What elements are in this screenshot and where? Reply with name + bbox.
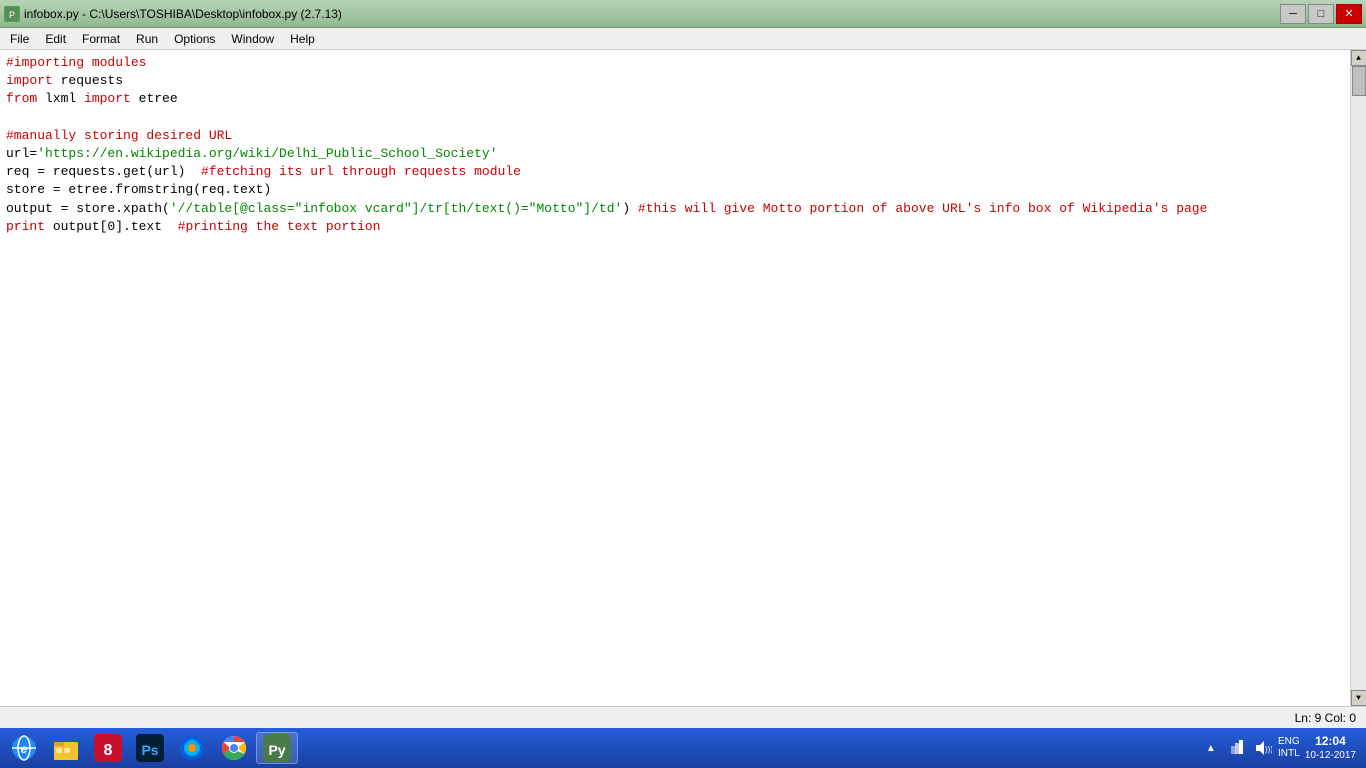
menu-options[interactable]: Options xyxy=(166,30,223,48)
tray-network-icon[interactable] xyxy=(1227,738,1247,758)
taskbar-chrome[interactable] xyxy=(214,732,254,764)
window-title: infobox.py - C:\Users\TOSHIBA\Desktop\in… xyxy=(24,7,342,21)
app-icon: P xyxy=(4,6,20,22)
svg-text:)))): )))) xyxy=(1265,745,1272,754)
menu-file[interactable]: File xyxy=(2,30,37,48)
vertical-scrollbar[interactable]: ▲ ▼ xyxy=(1350,50,1366,706)
editor-container: #importing modules import requests from … xyxy=(0,50,1366,706)
minimize-button[interactable]: ─ xyxy=(1280,4,1306,24)
python-icon: Py xyxy=(263,734,291,762)
menu-format[interactable]: Format xyxy=(74,30,128,48)
taskbar-app3[interactable]: 8 xyxy=(88,732,128,764)
scroll-down-button[interactable]: ▼ xyxy=(1351,690,1366,706)
code-editor[interactable]: #importing modules import requests from … xyxy=(0,50,1350,706)
taskbar: e 8 Ps xyxy=(0,728,1366,768)
menu-help[interactable]: Help xyxy=(282,30,323,48)
svg-text:e: e xyxy=(21,742,28,756)
taskbar-python[interactable]: Py xyxy=(256,732,298,764)
ps-icon: Ps xyxy=(136,734,164,762)
tray-arrow[interactable]: ▲ xyxy=(1201,738,1221,758)
taskbar-ps[interactable]: Ps xyxy=(130,732,170,764)
window-controls: ─ □ ✕ xyxy=(1280,4,1362,24)
menu-bar: File Edit Format Run Options Window Help xyxy=(0,28,1366,50)
cursor-position: Ln: 9 Col: 0 xyxy=(1295,711,1356,725)
maximize-button[interactable]: □ xyxy=(1308,4,1334,24)
title-bar-left: P infobox.py - C:\Users\TOSHIBA\Desktop\… xyxy=(4,6,342,22)
tray-date-display: 10-12-2017 xyxy=(1305,749,1356,762)
firefox-icon xyxy=(178,734,206,762)
tray-lang[interactable]: ENGINTL xyxy=(1279,738,1299,758)
svg-text:Py: Py xyxy=(268,742,285,758)
chrome-icon xyxy=(220,734,248,762)
scroll-thumb[interactable] xyxy=(1352,66,1366,96)
scroll-track[interactable] xyxy=(1351,66,1366,690)
close-button[interactable]: ✕ xyxy=(1336,4,1362,24)
svg-text:P: P xyxy=(9,10,15,20)
ie-icon: e xyxy=(10,734,38,762)
svg-text:8: 8 xyxy=(104,742,113,759)
title-bar: P infobox.py - C:\Users\TOSHIBA\Desktop\… xyxy=(0,0,1366,28)
explorer-icon xyxy=(52,734,80,762)
menu-edit[interactable]: Edit xyxy=(37,30,74,48)
tray-time-display: 12:04 xyxy=(1305,734,1356,750)
taskbar-explorer[interactable] xyxy=(46,732,86,764)
menu-window[interactable]: Window xyxy=(223,30,282,48)
scroll-up-button[interactable]: ▲ xyxy=(1351,50,1366,66)
taskbar-ie[interactable]: e xyxy=(4,732,44,764)
app3-icon: 8 xyxy=(94,734,122,762)
menu-run[interactable]: Run xyxy=(128,30,166,48)
tray-clock[interactable]: 12:04 10-12-2017 xyxy=(1305,734,1356,763)
svg-text:Ps: Ps xyxy=(141,742,158,758)
tray-volume-icon[interactable]: )))) xyxy=(1253,738,1273,758)
status-bar: Ln: 9 Col: 0 xyxy=(0,706,1366,728)
system-tray: ▲ )))) ENGINTL 12:04 10-12-2017 xyxy=(1195,734,1362,763)
taskbar-firefox[interactable] xyxy=(172,732,212,764)
